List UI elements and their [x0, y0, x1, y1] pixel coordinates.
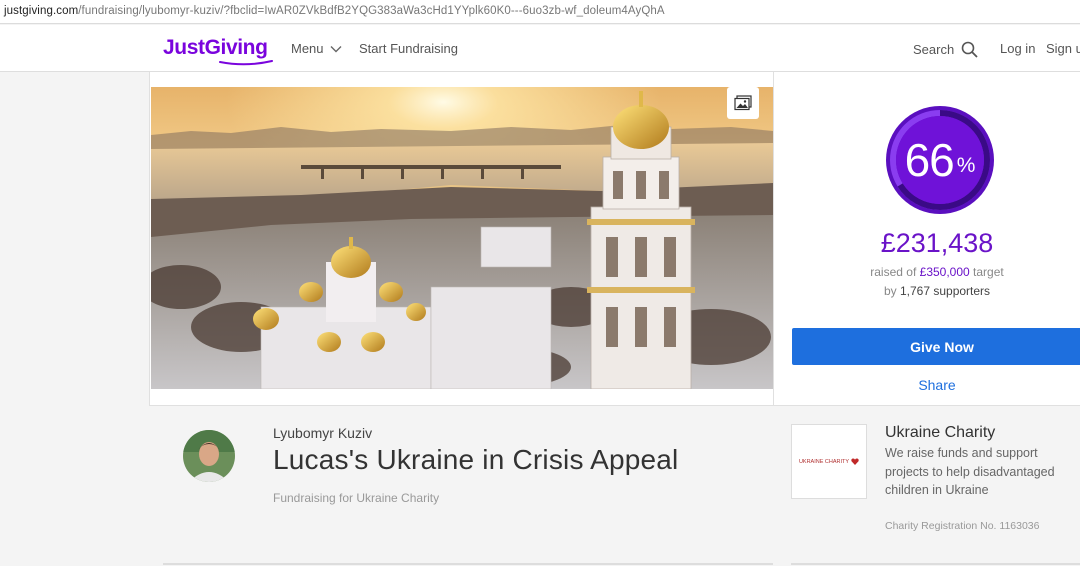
fundraiser-owner-name[interactable]: Lyubomyr Kuziv: [273, 425, 372, 441]
logo-swoosh-icon: [219, 60, 273, 66]
fundraising-for-text: Fundraising for Ukraine Charity: [273, 491, 440, 505]
start-fundraising-link[interactable]: Start Fundraising: [359, 41, 458, 56]
charity-name[interactable]: Ukraine Charity: [885, 424, 995, 442]
logo-text: JustGiving: [163, 36, 268, 59]
supporters-suffix: supporters: [933, 284, 991, 298]
charity-logo-mark: UKRAINE CHARITY: [799, 458, 859, 465]
target-suffix: target: [973, 265, 1004, 279]
gallery-button[interactable]: [727, 87, 759, 119]
cover-photo-card: [149, 72, 774, 406]
supporters-prefix: by: [883, 284, 897, 298]
charity-logo[interactable]: UKRAINE CHARITY: [791, 424, 867, 499]
signup-link[interactable]: Sign u: [1046, 41, 1080, 56]
section-divider: [791, 563, 1080, 565]
search-button[interactable]: Search: [913, 41, 978, 58]
progress-percentage: 66%: [886, 106, 994, 214]
target-line: raised of £350,000 target: [774, 265, 1080, 279]
give-now-button[interactable]: Give Now: [792, 328, 1080, 365]
page-title: Lucas's Ukraine in Crisis Appeal: [273, 444, 679, 475]
charity-logo-text: UKRAINE CHARITY: [798, 458, 850, 465]
menu-label: Menu: [291, 41, 324, 56]
supporters-count: 1,767: [899, 284, 930, 298]
justgiving-logo[interactable]: JustGiving: [163, 36, 273, 66]
search-icon: [961, 41, 978, 58]
chevron-down-icon: [330, 45, 342, 52]
search-label: Search: [913, 42, 955, 57]
supporters-line: by 1,767 supporters: [774, 284, 1080, 298]
menu-button[interactable]: Menu: [291, 41, 342, 56]
percent-symbol: %: [956, 154, 976, 177]
site-header: JustGiving Menu Start Fundraising Search…: [0, 25, 1080, 72]
charity-description: We raise funds and support projects to h…: [885, 446, 1055, 497]
share-link[interactable]: Share: [774, 377, 1080, 393]
charity-registration: Charity Registration No. 1163036: [885, 520, 1040, 532]
cover-photo[interactable]: [151, 87, 773, 389]
heart-icon: [851, 458, 859, 465]
section-divider: [163, 563, 773, 565]
amount-raised: £231,438: [880, 228, 994, 258]
url-path: /fundraising/lyubomyr-kuziv/?fbclid=IwAR…: [78, 5, 665, 17]
url-text[interactable]: justgiving.com/fundraising/lyubomyr-kuzi…: [4, 5, 665, 17]
browser-address-bar[interactable]: justgiving.com/fundraising/lyubomyr-kuzi…: [0, 0, 1080, 24]
image-gallery-icon: [734, 95, 752, 111]
target-prefix: raised of: [870, 265, 917, 279]
percent-value: 66: [904, 134, 955, 186]
avatar[interactable]: [183, 430, 235, 482]
url-host: justgiving.com: [4, 5, 79, 17]
login-link[interactable]: Log in: [1000, 41, 1035, 56]
target-amount: £350,000: [919, 265, 970, 279]
